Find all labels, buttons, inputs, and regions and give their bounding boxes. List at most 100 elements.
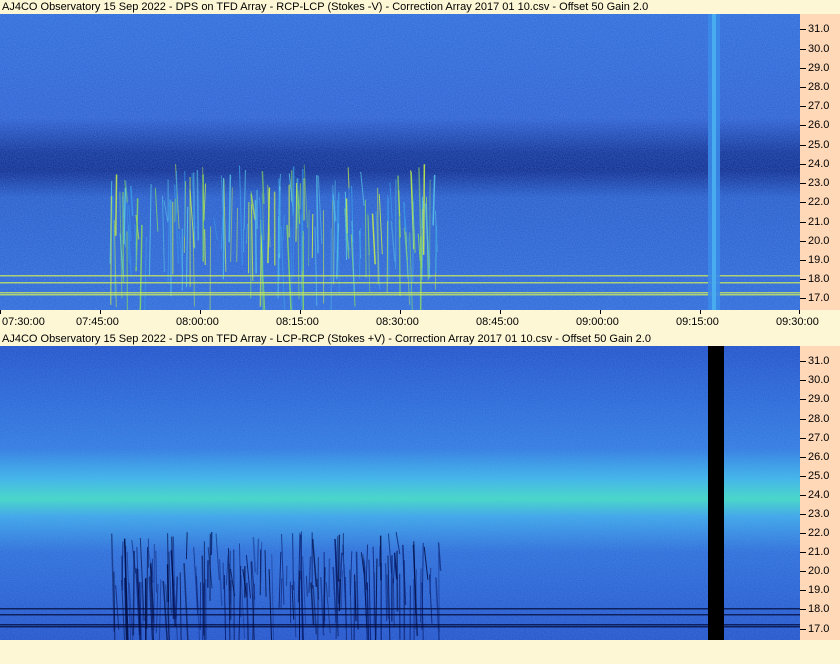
- x-tick: [700, 310, 701, 314]
- bottom-chart-title: AJ4CO Observatory 15 Sep 2022 - DPS on T…: [2, 333, 651, 345]
- top-y-tick: [800, 67, 806, 69]
- burst-streak: [377, 187, 379, 285]
- burst-streak: [337, 534, 341, 582]
- bottom-spectrogram: [0, 346, 800, 640]
- top-y-tick: [800, 106, 806, 108]
- top-y-tick: [800, 87, 806, 89]
- bottom-y-tick: [800, 456, 806, 458]
- burst-streak: [435, 225, 438, 273]
- burst-streak: [166, 564, 169, 603]
- x-tick-label: 08:00:00: [176, 316, 219, 328]
- top-y-tick-label: 18.0: [808, 273, 830, 286]
- top-y-tick: [800, 298, 806, 300]
- bottom-y-tick-label: 21.0: [808, 546, 830, 559]
- bottom-band: [0, 640, 840, 664]
- top-y-tick-label: 27.0: [808, 100, 830, 113]
- burst-streak: [121, 555, 124, 591]
- bottom-y-tick-label: 19.0: [808, 584, 830, 597]
- x-tick-label: 08:45:00: [476, 316, 519, 328]
- burst-streak: [259, 234, 263, 307]
- bottom-y-tick: [800, 628, 806, 630]
- bottom-y-tick-label: 20.0: [808, 565, 830, 578]
- top-y-tick-label: 21.0: [808, 215, 830, 228]
- burst-streak: [422, 164, 426, 255]
- burst-streak: [308, 209, 310, 266]
- bottom-y-tick-label: 18.0: [808, 603, 830, 616]
- top-vertical-core: [712, 14, 716, 310]
- top-y-tick-label: 31.0: [808, 23, 830, 36]
- top-y-tick-label: 24.0: [808, 157, 830, 170]
- interference-line: [0, 275, 800, 277]
- x-tick: [400, 310, 401, 314]
- top-y-tick-label: 29.0: [808, 61, 830, 74]
- bottom-y-tick-label: 30.0: [808, 374, 830, 387]
- bottom-y-tick-label: 25.0: [808, 469, 830, 482]
- burst-streak: [110, 196, 112, 305]
- x-tick: [200, 310, 201, 314]
- bottom-y-tick-label: 17.0: [808, 622, 830, 635]
- burst-streak: [317, 556, 319, 640]
- bottom-y-tick: [800, 380, 806, 382]
- burst-streak: [295, 183, 298, 242]
- burst-streak: [277, 216, 280, 299]
- burst-streak: [292, 166, 295, 216]
- burst-streak: [429, 179, 431, 269]
- top-y-tick: [800, 48, 806, 50]
- bottom-y-tick: [800, 590, 806, 592]
- top-y-tick-label: 20.0: [808, 234, 830, 247]
- burst-streak: [323, 552, 326, 622]
- x-tick-label: 09:00:00: [576, 316, 619, 328]
- bottom-y-tick-label: 23.0: [808, 508, 830, 520]
- top-y-tick-label: 19.0: [808, 254, 830, 267]
- burst-streak: [115, 174, 118, 236]
- bottom-y-tick: [800, 418, 806, 420]
- burst-streak: [254, 199, 257, 274]
- interference-line: [0, 292, 800, 294]
- bottom-y-tick: [800, 437, 806, 439]
- top-y-tick-label: 17.0: [808, 292, 830, 305]
- bottom-y-tick: [800, 609, 806, 611]
- burst-streak: [278, 190, 281, 254]
- interference-line: [0, 294, 800, 296]
- interference-line: [0, 624, 800, 626]
- bottom-y-tick: [800, 494, 806, 496]
- x-tick: [600, 310, 601, 314]
- x-tick: [0, 310, 1, 314]
- top-y-tick-label: 26.0: [808, 119, 830, 132]
- x-tick: [799, 310, 800, 314]
- bottom-y-tick-label: 27.0: [808, 431, 830, 444]
- bottom-y-tick: [800, 533, 806, 535]
- burst-streak: [209, 226, 212, 310]
- x-tick-label: 07:45:00: [76, 316, 119, 328]
- top-y-tick: [800, 144, 806, 146]
- bottom-y-tick-label: 26.0: [808, 450, 830, 463]
- bottom-y-tick: [800, 571, 806, 573]
- x-tick-label: 08:15:00: [276, 316, 319, 328]
- burst-streak: [398, 219, 401, 296]
- top-y-tick: [800, 183, 806, 185]
- interference-line: [0, 626, 800, 628]
- top-y-tick: [800, 202, 806, 204]
- bottom-y-tick: [800, 399, 806, 401]
- top-y-tick: [800, 279, 806, 281]
- interference-line: [0, 608, 800, 610]
- burst-streak: [151, 558, 154, 583]
- bottom-y-tick: [800, 514, 806, 515]
- burst-streak: [132, 550, 135, 636]
- top-y-tick-label: 22.0: [808, 196, 830, 209]
- bottom-y-tick-label: 29.0: [808, 393, 830, 406]
- top-y-tick: [800, 29, 806, 31]
- top-y-tick-label: 23.0: [808, 177, 830, 190]
- top-y-tick: [800, 221, 806, 223]
- x-tick: [300, 310, 301, 314]
- x-tick-label: 09:30:00: [776, 316, 819, 328]
- bottom-y-axis: 31.0 30.0 29.0 28.0 27.0 26.0 25.0 24.0 23.0 22.0…: [800, 346, 840, 640]
- top-y-tick: [800, 260, 806, 262]
- interference-line: [0, 282, 800, 284]
- x-tick-label: 07:30:00: [2, 316, 45, 328]
- burst-streak: [412, 200, 414, 283]
- top-y-tick-label: 30.0: [808, 42, 830, 55]
- burst-streak: [338, 578, 342, 612]
- bottom-y-tick-label: 31.0: [808, 355, 830, 368]
- top-y-tick: [800, 125, 806, 127]
